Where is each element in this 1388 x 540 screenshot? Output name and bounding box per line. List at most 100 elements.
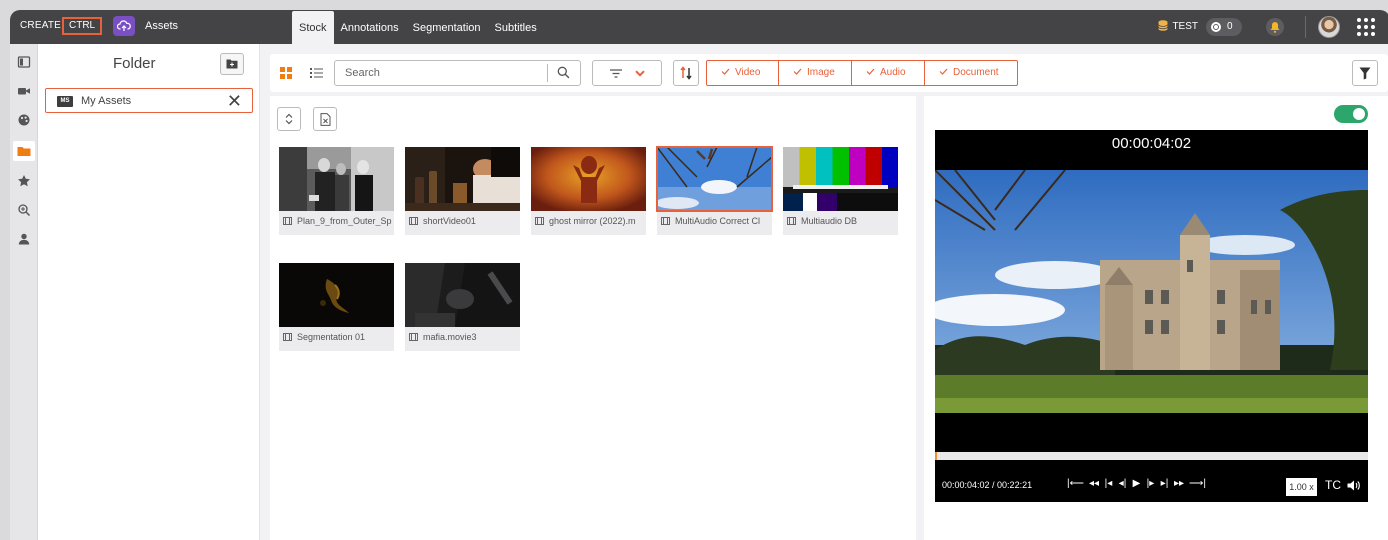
next-frame-icon[interactable]: ▸| bbox=[1160, 478, 1169, 489]
cloud-upload-icon[interactable] bbox=[113, 16, 135, 36]
type-filter-group: Video Image Audio Document bbox=[706, 60, 1018, 86]
check-icon bbox=[866, 68, 875, 75]
asset-card[interactable]: ghost mirror (2022).m bbox=[531, 147, 646, 235]
player-controls: 00:00:04:02 / 00:22:21 |⟵ ◂◂ |◂ ◂| ▶ |▸ … bbox=[935, 470, 1368, 502]
check-icon bbox=[721, 68, 730, 75]
asset-card[interactable]: shortVideo01 bbox=[405, 147, 520, 235]
playback-speed[interactable]: 1.00 x bbox=[1286, 478, 1317, 496]
record-counter[interactable]: 0 bbox=[1206, 18, 1242, 36]
search-input[interactable] bbox=[335, 61, 547, 85]
rewind-icon[interactable]: ◂◂ bbox=[1089, 478, 1099, 489]
asset-thumbnail bbox=[279, 263, 394, 327]
sort-icon bbox=[680, 66, 692, 80]
film-icon bbox=[283, 217, 292, 225]
step-back-icon[interactable]: ◂| bbox=[1118, 478, 1127, 489]
folder-badge: MS bbox=[57, 96, 73, 107]
palette-icon[interactable] bbox=[17, 113, 31, 127]
chevron-up-down-icon bbox=[285, 113, 293, 125]
workspace-selector[interactable]: TEST bbox=[1158, 20, 1198, 32]
zoom-search-icon[interactable] bbox=[17, 203, 31, 217]
asset-name: shortVideo01 bbox=[423, 216, 476, 226]
asset-card[interactable]: Multiaudio DB bbox=[783, 147, 898, 235]
go-to-end-icon[interactable]: ⟶| bbox=[1189, 478, 1206, 489]
check-icon bbox=[793, 68, 802, 75]
prev-frame-icon[interactable]: |◂ bbox=[1104, 478, 1113, 489]
asset-thumbnail bbox=[656, 146, 773, 212]
film-icon bbox=[787, 217, 796, 225]
fast-forward-icon[interactable]: ▸▸ bbox=[1174, 478, 1184, 489]
folder-label: My Assets bbox=[81, 95, 132, 107]
step-forward-icon[interactable]: |▸ bbox=[1146, 478, 1155, 489]
type-filter-document[interactable]: Document bbox=[925, 61, 1017, 85]
video-camera-icon[interactable] bbox=[17, 84, 31, 98]
go-to-start-icon[interactable]: |⟵ bbox=[1067, 478, 1084, 489]
asset-caption: shortVideo01 bbox=[409, 216, 519, 226]
tab-segmentation[interactable]: Segmentation bbox=[406, 10, 488, 44]
film-icon bbox=[283, 333, 292, 341]
avatar[interactable] bbox=[1318, 16, 1340, 38]
advanced-filter-button[interactable] bbox=[1352, 60, 1378, 86]
section-title: Assets bbox=[145, 20, 179, 32]
film-icon bbox=[661, 217, 670, 225]
film-icon bbox=[535, 217, 544, 225]
asset-name: mafia.movie3 bbox=[423, 332, 477, 342]
playback-progress[interactable] bbox=[935, 452, 1368, 460]
time-display: 00:00:04:02 / 00:22:21 bbox=[942, 480, 1033, 490]
type-filter-label: Audio bbox=[880, 67, 906, 78]
workspace-name: TEST bbox=[1172, 21, 1198, 32]
asset-thumbnail bbox=[783, 147, 898, 211]
tab-annotations[interactable]: Annotations bbox=[334, 10, 406, 44]
bell-icon[interactable] bbox=[1266, 18, 1284, 36]
asset-thumbnail bbox=[531, 147, 646, 211]
film-icon bbox=[409, 217, 418, 225]
tab-stock[interactable]: Stock bbox=[292, 11, 334, 45]
check-icon bbox=[939, 68, 948, 75]
folder-panel: Folder MS My Assets ✕ bbox=[38, 44, 260, 540]
timecode-toggle[interactable]: TC bbox=[1325, 478, 1341, 492]
type-filter-video[interactable]: Video bbox=[707, 61, 779, 85]
asset-thumbnail bbox=[405, 263, 520, 327]
search-icon[interactable] bbox=[557, 66, 570, 79]
asset-toolbar: Video Image Audio Document bbox=[270, 54, 1388, 92]
timecode-overlay: 00:00:04:02 bbox=[1111, 135, 1192, 152]
volume-icon[interactable] bbox=[1347, 480, 1360, 491]
asset-card[interactable]: Segmentation 01 bbox=[279, 263, 394, 351]
preview-toggle[interactable] bbox=[1334, 105, 1368, 123]
asset-card[interactable]: mafia.movie3 bbox=[405, 263, 520, 351]
apps-grid-icon[interactable] bbox=[1356, 17, 1376, 37]
asset-card[interactable]: MultiAudio Correct Cl bbox=[656, 146, 773, 235]
sort-button[interactable] bbox=[673, 60, 699, 86]
list-view-icon[interactable] bbox=[310, 67, 323, 79]
close-icon[interactable]: ✕ bbox=[227, 91, 242, 111]
collapse-panel-icon[interactable] bbox=[17, 55, 31, 69]
asset-name: ghost mirror (2022).m bbox=[549, 216, 636, 226]
video-player: 00:00:04:02 00:00:04:02 / 00:22:21 |⟵ ◂◂… bbox=[935, 130, 1368, 502]
tab-subtitles[interactable]: Subtitles bbox=[488, 10, 544, 44]
asset-thumbnail bbox=[279, 147, 394, 211]
folder-item-my-assets[interactable]: MS My Assets ✕ bbox=[45, 88, 253, 113]
folder-plus-icon bbox=[226, 59, 238, 69]
rail-item-assets[interactable] bbox=[13, 141, 35, 161]
grid-view-icon[interactable] bbox=[280, 67, 292, 79]
type-filter-label: Image bbox=[807, 67, 835, 78]
asset-card[interactable]: Plan_9_from_Outer_Sp bbox=[279, 147, 394, 235]
new-folder-button[interactable] bbox=[220, 53, 244, 75]
export-button[interactable] bbox=[313, 107, 337, 131]
type-filter-label: Video bbox=[735, 67, 761, 78]
star-icon[interactable] bbox=[17, 174, 31, 188]
ctrl-badge[interactable]: CTRL bbox=[62, 17, 103, 35]
asset-caption: Plan_9_from_Outer_Sp bbox=[283, 216, 393, 226]
funnel-icon bbox=[1359, 67, 1371, 80]
play-icon[interactable]: ▶ bbox=[1132, 478, 1141, 489]
film-icon bbox=[409, 333, 418, 341]
user-icon[interactable] bbox=[17, 232, 31, 246]
video-frame[interactable] bbox=[935, 170, 1368, 413]
asset-thumbnail bbox=[405, 147, 520, 211]
expand-collapse-button[interactable] bbox=[277, 107, 301, 131]
file-export-icon bbox=[320, 113, 331, 126]
type-filter-audio[interactable]: Audio bbox=[852, 61, 925, 85]
filter-dropdown[interactable] bbox=[592, 60, 662, 86]
type-filter-image[interactable]: Image bbox=[779, 61, 852, 85]
preview-panel: 00:00:04:02 00:00:04:02 / 00:22:21 |⟵ ◂◂… bbox=[924, 96, 1388, 540]
search-divider bbox=[547, 64, 548, 82]
